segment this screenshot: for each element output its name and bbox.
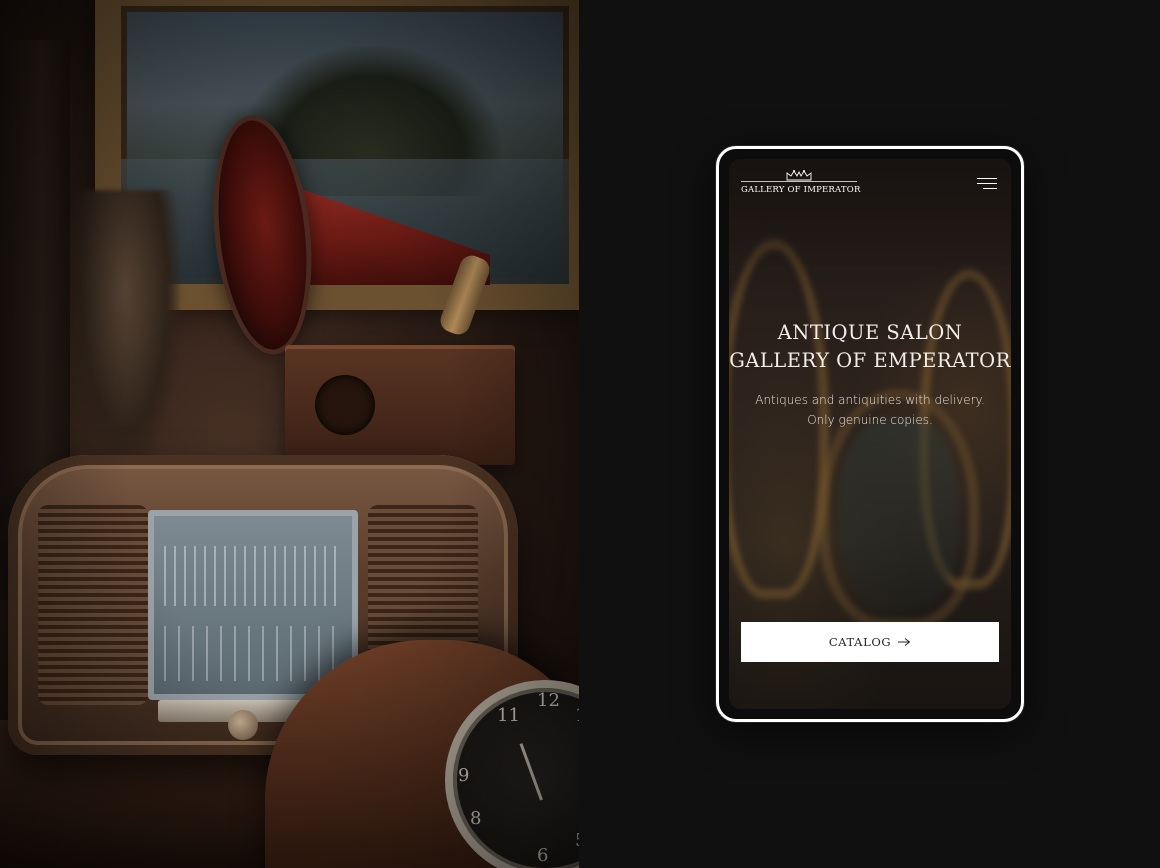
clock-numeral: 1 [575,705,579,726]
hero-title-line: ANTIQUE SALON [777,321,963,344]
catalog-button[interactable]: CATALOG [741,622,999,662]
clock-numeral: 6 [537,845,549,866]
crown-logo-icon [741,170,857,182]
radio-dial-panel [148,510,358,700]
clock-numeral: 8 [470,808,482,829]
site-logo[interactable]: GALLERY OF IMPERATOR [741,169,861,199]
catalog-button-label: CATALOG [828,635,892,649]
logo-text: GALLERY OF IMPERATOR [741,185,861,195]
hero-title: ANTIQUE SALON GALLERY OF EMPERATOR [729,319,1011,375]
arrow-right-icon [898,638,911,646]
radio-grille-left [38,505,148,705]
menu-button[interactable] [977,177,997,191]
hero-photograph: 12 1 11 9 8 5 6 [0,0,579,868]
clock-numeral: 9 [458,765,470,786]
hero-subtitle-line: Only genuine copies. [807,413,933,427]
hero-title-line: GALLERY OF EMPERATOR [729,349,1011,372]
hamburger-icon [983,188,997,190]
phone-mockup: GALLERY OF IMPERATOR ANTIQUE SALON GALLE… [716,146,1024,722]
gramophone-box [285,345,515,465]
site-header: GALLERY OF IMPERATOR [729,159,1011,219]
clock-numeral: 11 [497,705,520,726]
hero-subtitle-line: Antiques and antiquities with delivery. [755,393,985,407]
radio-knob [228,710,258,740]
mobile-screen: GALLERY OF IMPERATOR ANTIQUE SALON GALLE… [729,159,1011,709]
clock-numeral: 12 [537,690,560,711]
hero-subtitle: Antiques and antiquities with delivery. … [729,390,1011,430]
hamburger-icon [977,183,997,185]
clock-numeral: 5 [575,830,579,851]
hamburger-icon [977,178,997,180]
bronze-statue [70,190,180,470]
